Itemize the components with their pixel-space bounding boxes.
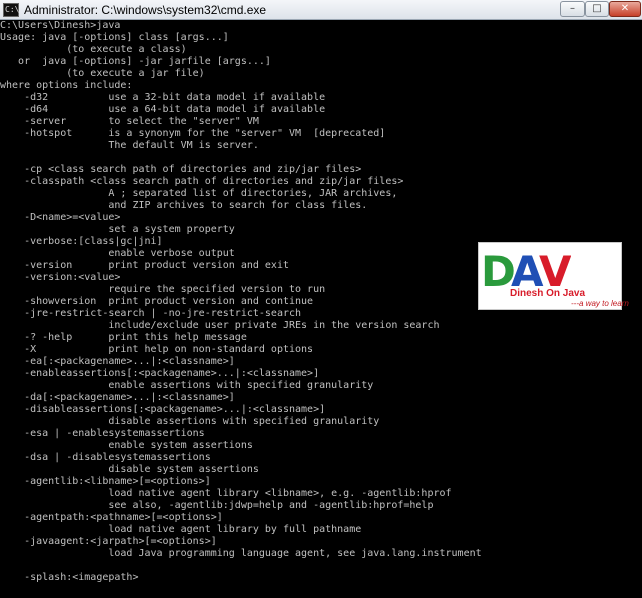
window-title: Administrator: C:\windows\system32\cmd.e… xyxy=(24,3,267,17)
logo-name: Dinesh On Java xyxy=(510,288,586,299)
console-line: and ZIP archives to search for class fil… xyxy=(0,200,368,211)
svg-text:V: V xyxy=(539,247,571,290)
console-line: (to execute a jar file) xyxy=(0,68,205,79)
console-line: disable assertions with specified granul… xyxy=(0,416,380,427)
console-line: -esa | -enablesystemassertions xyxy=(0,428,205,439)
console-line: -d32 use a 32-bit data model if availabl… xyxy=(0,92,326,103)
console-line: -classpath <class search path of directo… xyxy=(0,176,404,187)
console-line: -da[:<packagename>...|:<classname>] xyxy=(0,392,235,403)
console-line: -cp <class search path of directories an… xyxy=(0,164,362,175)
command-prompt-icon: C:\ xyxy=(3,3,19,17)
console-line: set a system property xyxy=(0,224,235,235)
console-line: A ; separated list of directories, JAR a… xyxy=(0,188,398,199)
dav-logo-mark: D A V xyxy=(481,247,571,290)
maximize-button[interactable]: □ xyxy=(585,1,609,17)
console-line: -hotspot is a synonym for the "server" V… xyxy=(0,128,386,139)
console-line: enable assertions with specified granula… xyxy=(0,380,374,391)
console-line: -X print help on non-standard options xyxy=(0,344,314,355)
console-line: -D<name>=<value> xyxy=(0,212,121,223)
console-line: load native agent library <libname>, e.g… xyxy=(0,488,452,499)
console-line: -? -help print this help message xyxy=(0,332,247,343)
console-line: -disableassertions[:<packagename>...|:<c… xyxy=(0,404,326,415)
console-line: include/exclude user private JREs in the… xyxy=(0,320,440,331)
dinesh-on-java-logo: D A V Dinesh On Java ---a way to learn xyxy=(478,242,629,310)
console-line: see also, -agentlib:jdwp=help and -agent… xyxy=(0,500,434,511)
console-line: -javaagent:<jarpath>[=<options>] xyxy=(0,536,217,547)
console-line: load native agent library by full pathna… xyxy=(0,524,362,535)
logo-tagline: ---a way to learn xyxy=(571,299,629,308)
console-line: The default VM is server. xyxy=(0,140,259,151)
console-line: -agentlib:<libname>[=<options>] xyxy=(0,476,211,487)
console-line: -agentpath:<pathname>[=<options>] xyxy=(0,512,223,523)
console-line: enable system assertions xyxy=(0,440,253,451)
title-bar[interactable]: C:\ Administrator: C:\windows\system32\c… xyxy=(0,0,642,20)
console-line: load Java programming language agent, se… xyxy=(0,548,482,559)
console-line: Usage: java [-options] class [args...] xyxy=(0,32,229,43)
console-line: disable system assertions xyxy=(0,464,259,475)
console-line: C:\Users\Dinesh>java xyxy=(0,20,121,31)
close-button[interactable]: ✕ xyxy=(609,1,641,17)
console-line: -server to select the "server" VM xyxy=(0,116,259,127)
console-line: -d64 use a 64-bit data model if availabl… xyxy=(0,104,326,115)
console-line: where options include: xyxy=(0,80,133,91)
console-line: -ea[:<packagename>...|:<classname>] xyxy=(0,356,235,367)
minimize-button[interactable]: – xyxy=(560,1,585,17)
console-line: -enableassertions[:<packagename>...|:<cl… xyxy=(0,368,320,379)
console-line: (to execute a class) xyxy=(0,44,187,55)
console-line: -dsa | -disablesystemassertions xyxy=(0,452,211,463)
console-line: -splash:<imagepath> xyxy=(0,572,139,583)
console-line: or java [-options] -jar jarfile [args...… xyxy=(0,56,271,67)
